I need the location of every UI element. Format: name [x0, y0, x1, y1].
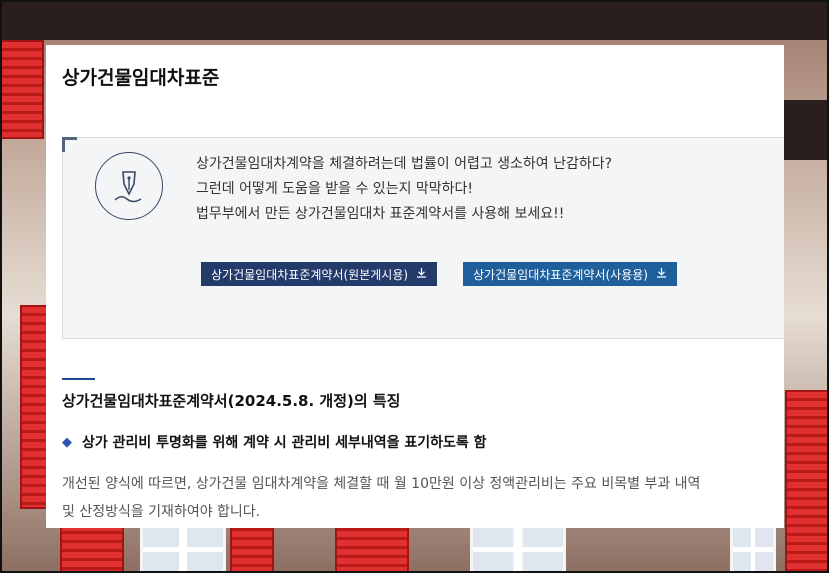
intro-line-3: 법무부에서 만든 상가건물임대차 표준계약서를 사용해 보세요!! — [196, 206, 565, 222]
section-title: 상가건물임대차표준계약서(2024.5.8. 개정)의 특징 — [62, 392, 401, 410]
download-icon — [656, 267, 667, 281]
diamond-bullet-icon: ◆ — [62, 434, 72, 450]
section-accent-line — [62, 378, 95, 380]
feature-bullet-text: 상가 관리비 투명화를 위해 계약 시 관리비 세부내역을 표기하도록 함 — [82, 435, 487, 451]
feature-bullet: ◆ 상가 관리비 투명화를 위해 계약 시 관리비 세부내역을 표기하도록 함 — [62, 432, 487, 452]
intro-line-2: 그런데 어떻게 도움을 받을 수 있는지 막막하다! — [196, 181, 474, 197]
description-line-1: 개선된 양식에 따르면, 상가건물 임대차계약을 체결할 때 월 10만원 이상… — [62, 476, 701, 492]
download-usage-button[interactable]: 상가건물임대차표준계약서(사용용) — [463, 262, 677, 286]
corner-accent — [62, 137, 77, 152]
content-panel: 상가건물임대차표준 상가건물임대차계약을 체결하려는데 법률이 어렵고 생소하여… — [46, 45, 784, 528]
download-original-label: 상가건물임대차표준계약서(원본게시용) — [211, 267, 409, 282]
download-icon — [416, 267, 427, 281]
feature-description: 개선된 양식에 따르면, 상가건물 임대차계약을 체결할 때 월 10만원 이상… — [62, 470, 784, 526]
page-title: 상가건물임대차표준 — [62, 67, 220, 89]
intro-box: 상가건물임대차계약을 체결하려는데 법률이 어렵고 생소하여 난감하다? 그런데… — [62, 137, 784, 339]
description-line-2: 및 산정방식을 기재하여야 합니다. — [62, 504, 261, 520]
intro-line-1: 상가건물임대차계약을 체결하려는데 법률이 어렵고 생소하여 난감하다? — [196, 156, 613, 172]
download-original-button[interactable]: 상가건물임대차표준계약서(원본게시용) — [201, 262, 438, 286]
fountain-pen-icon — [95, 152, 163, 220]
intro-text: 상가건물임대차계약을 체결하려는데 법률이 어렵고 생소하여 난감하다? 그런데… — [196, 152, 612, 227]
download-usage-label: 상가건물임대차표준계약서(사용용) — [473, 267, 648, 282]
